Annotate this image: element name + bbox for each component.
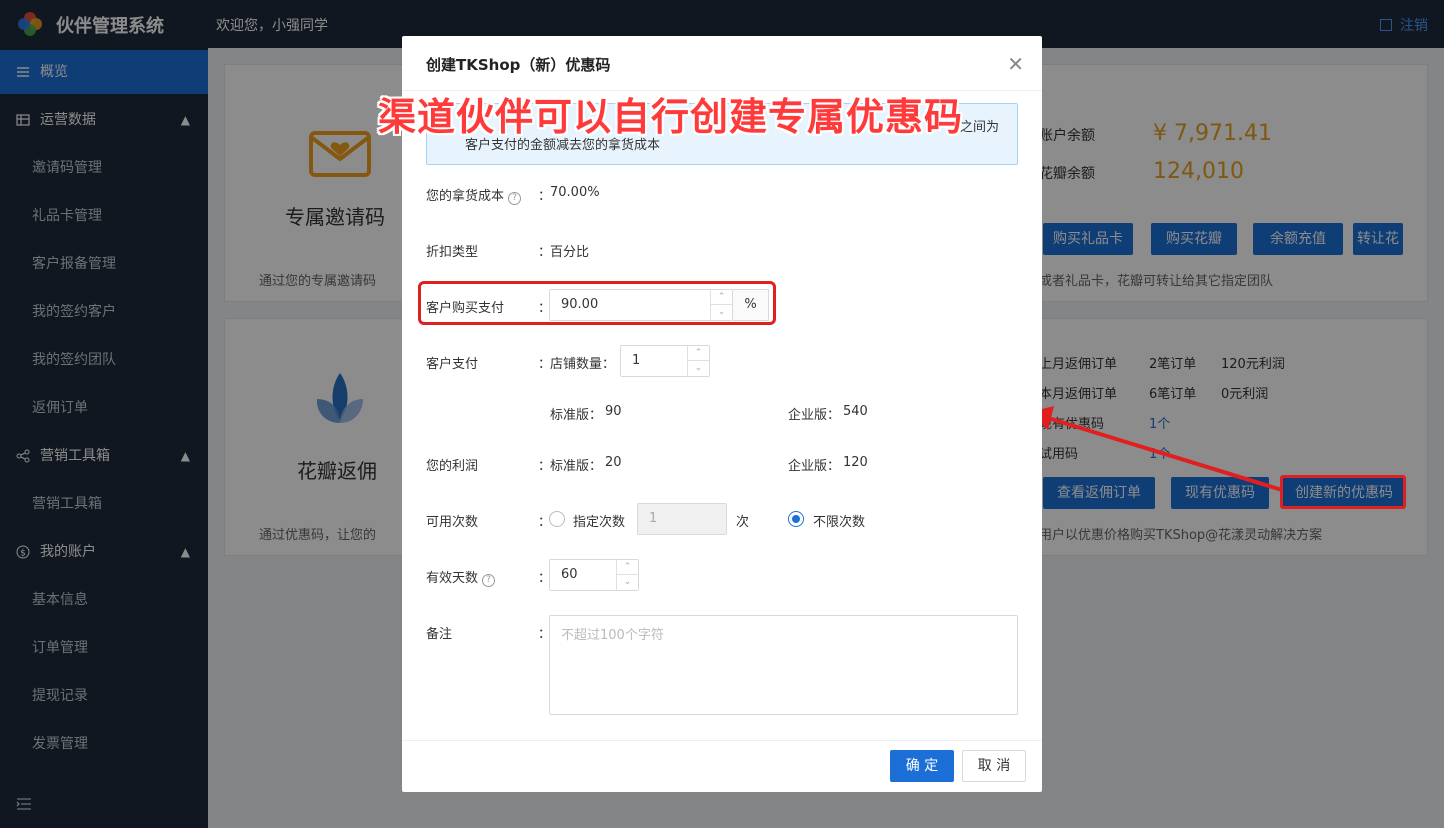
remark-label: 备注: [426, 627, 453, 642]
discount-type-label: 折扣类型: [426, 245, 479, 260]
create-coupon-modal: 创建TKShop（新）优惠码 ✕ 之间为 客户支付的金额减去您的拿货成本 您的拿…: [402, 36, 1042, 792]
cost-value: 70.00%: [550, 185, 600, 200]
shop-count-input[interactable]: 1 ⌃ ⌄: [620, 345, 710, 377]
profit-label: 您的利润: [426, 459, 479, 474]
usage-fixed-input: 1: [637, 503, 727, 535]
customer-pay-pct-highlight: [418, 281, 776, 325]
number-stepper[interactable]: ⌃ ⌄: [616, 560, 638, 590]
std-pay-label: 标准版：: [550, 408, 603, 423]
cancel-button[interactable]: 取 消: [962, 750, 1026, 782]
pointer-arrow-icon: [1030, 406, 1283, 492]
std-profit-label: 标准版：: [550, 459, 603, 474]
help-icon[interactable]: ?: [508, 192, 522, 205]
std-pay-value: 90: [605, 404, 622, 419]
number-stepper[interactable]: ⌃ ⌄: [687, 346, 709, 376]
close-icon[interactable]: ✕: [1007, 54, 1024, 74]
ent-profit-label: 企业版：: [788, 459, 841, 474]
usage-fixed-value: 1: [649, 511, 658, 526]
chevron-down-icon[interactable]: ⌄: [617, 575, 638, 590]
valid-days-label: 有效天数?: [426, 567, 496, 587]
cost-label-text: 您的拿货成本: [426, 189, 505, 204]
usage-unlimited-radio[interactable]: [788, 511, 804, 527]
usage-unit: 次: [736, 515, 750, 530]
usage-fixed-radio[interactable]: [549, 511, 565, 527]
cost-label: 您的拿货成本?: [426, 185, 522, 205]
ent-pay-label: 企业版：: [788, 408, 841, 423]
valid-days-input[interactable]: 60 ⌃ ⌄: [549, 559, 639, 591]
discount-type-value: 百分比: [550, 245, 590, 260]
create-coupon-highlight: [1280, 475, 1406, 509]
shop-count-label: 店铺数量：: [550, 357, 616, 372]
usage-fixed-label[interactable]: 指定次数: [573, 511, 625, 530]
remark-textarea[interactable]: 不超过100个字符: [549, 615, 1018, 715]
modal-title: 创建TKShop（新）优惠码: [426, 56, 611, 74]
valid-days-value: 60: [561, 567, 578, 582]
ent-profit-value: 120: [843, 455, 868, 470]
usage-label: 可用次数: [426, 515, 479, 530]
notice-tail: 之间为: [959, 120, 999, 135]
ent-pay-value: 540: [843, 404, 868, 419]
caption-banner: 渠道伙伴可以自行创建专属优惠码: [378, 95, 964, 139]
chevron-up-icon[interactable]: ⌃: [688, 346, 709, 361]
help-icon[interactable]: ?: [482, 574, 496, 587]
shop-count-value: 1: [632, 353, 641, 368]
chevron-up-icon[interactable]: ⌃: [617, 560, 638, 575]
ok-button[interactable]: 确 定: [890, 750, 954, 782]
std-profit-value: 20: [605, 455, 622, 470]
valid-days-label-text: 有效天数: [426, 571, 479, 586]
usage-unlimited-label[interactable]: 不限次数: [813, 511, 865, 530]
customer-pay-label: 客户支付: [426, 357, 479, 372]
chevron-down-icon[interactable]: ⌄: [688, 361, 709, 376]
modal-footer-divider: [402, 740, 1042, 741]
